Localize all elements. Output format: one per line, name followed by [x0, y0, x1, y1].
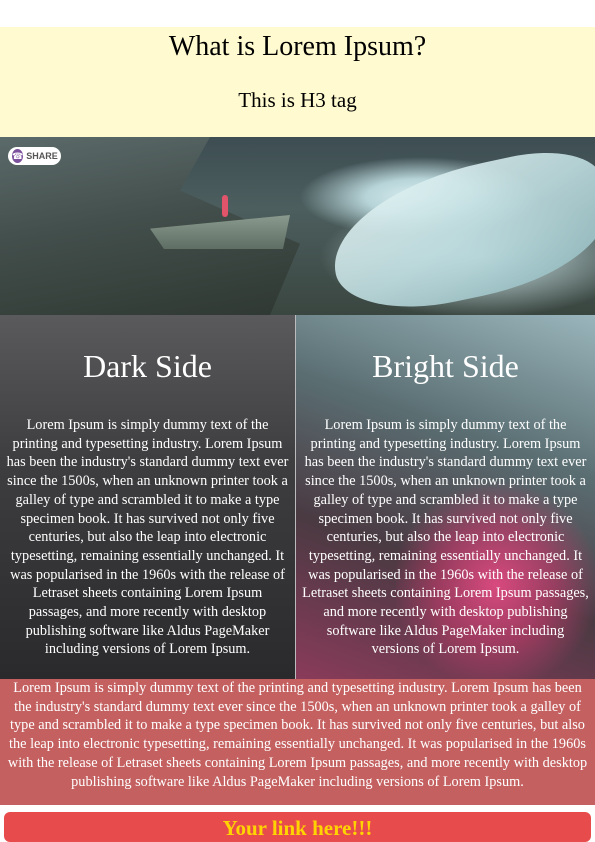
page-title: What is Lorem Ipsum?	[168, 31, 427, 62]
link-button[interactable]: Your link here!!!	[4, 812, 591, 842]
bright-side-text: Lorem Ipsum is simply dummy text of the …	[302, 417, 589, 658]
share-button[interactable]: ☎ SHARE	[8, 147, 61, 165]
page-subtitle: This is H3 tag	[238, 88, 357, 112]
dark-side-text: Lorem Ipsum is simply dummy text of the …	[6, 417, 289, 658]
share-label: SHARE	[26, 151, 58, 161]
link-label: Your link here!!!	[222, 816, 373, 840]
dark-side-heading: Dark Side	[83, 348, 212, 384]
hero-river	[319, 139, 595, 315]
hero-image	[0, 137, 595, 315]
viber-icon: ☎	[12, 149, 24, 163]
bright-side-heading: Bright Side	[372, 348, 519, 384]
footer-paragraph: Lorem Ipsum is simply dummy text of the …	[0, 679, 595, 805]
page-header: What is Lorem Ipsum? This is H3 tag	[0, 27, 595, 137]
bright-side-panel: Bright Side Lorem Ipsum is simply dummy …	[296, 315, 595, 679]
dark-side-panel: Dark Side Lorem Ipsum is simply dummy te…	[0, 315, 295, 679]
hero-person	[222, 195, 228, 217]
